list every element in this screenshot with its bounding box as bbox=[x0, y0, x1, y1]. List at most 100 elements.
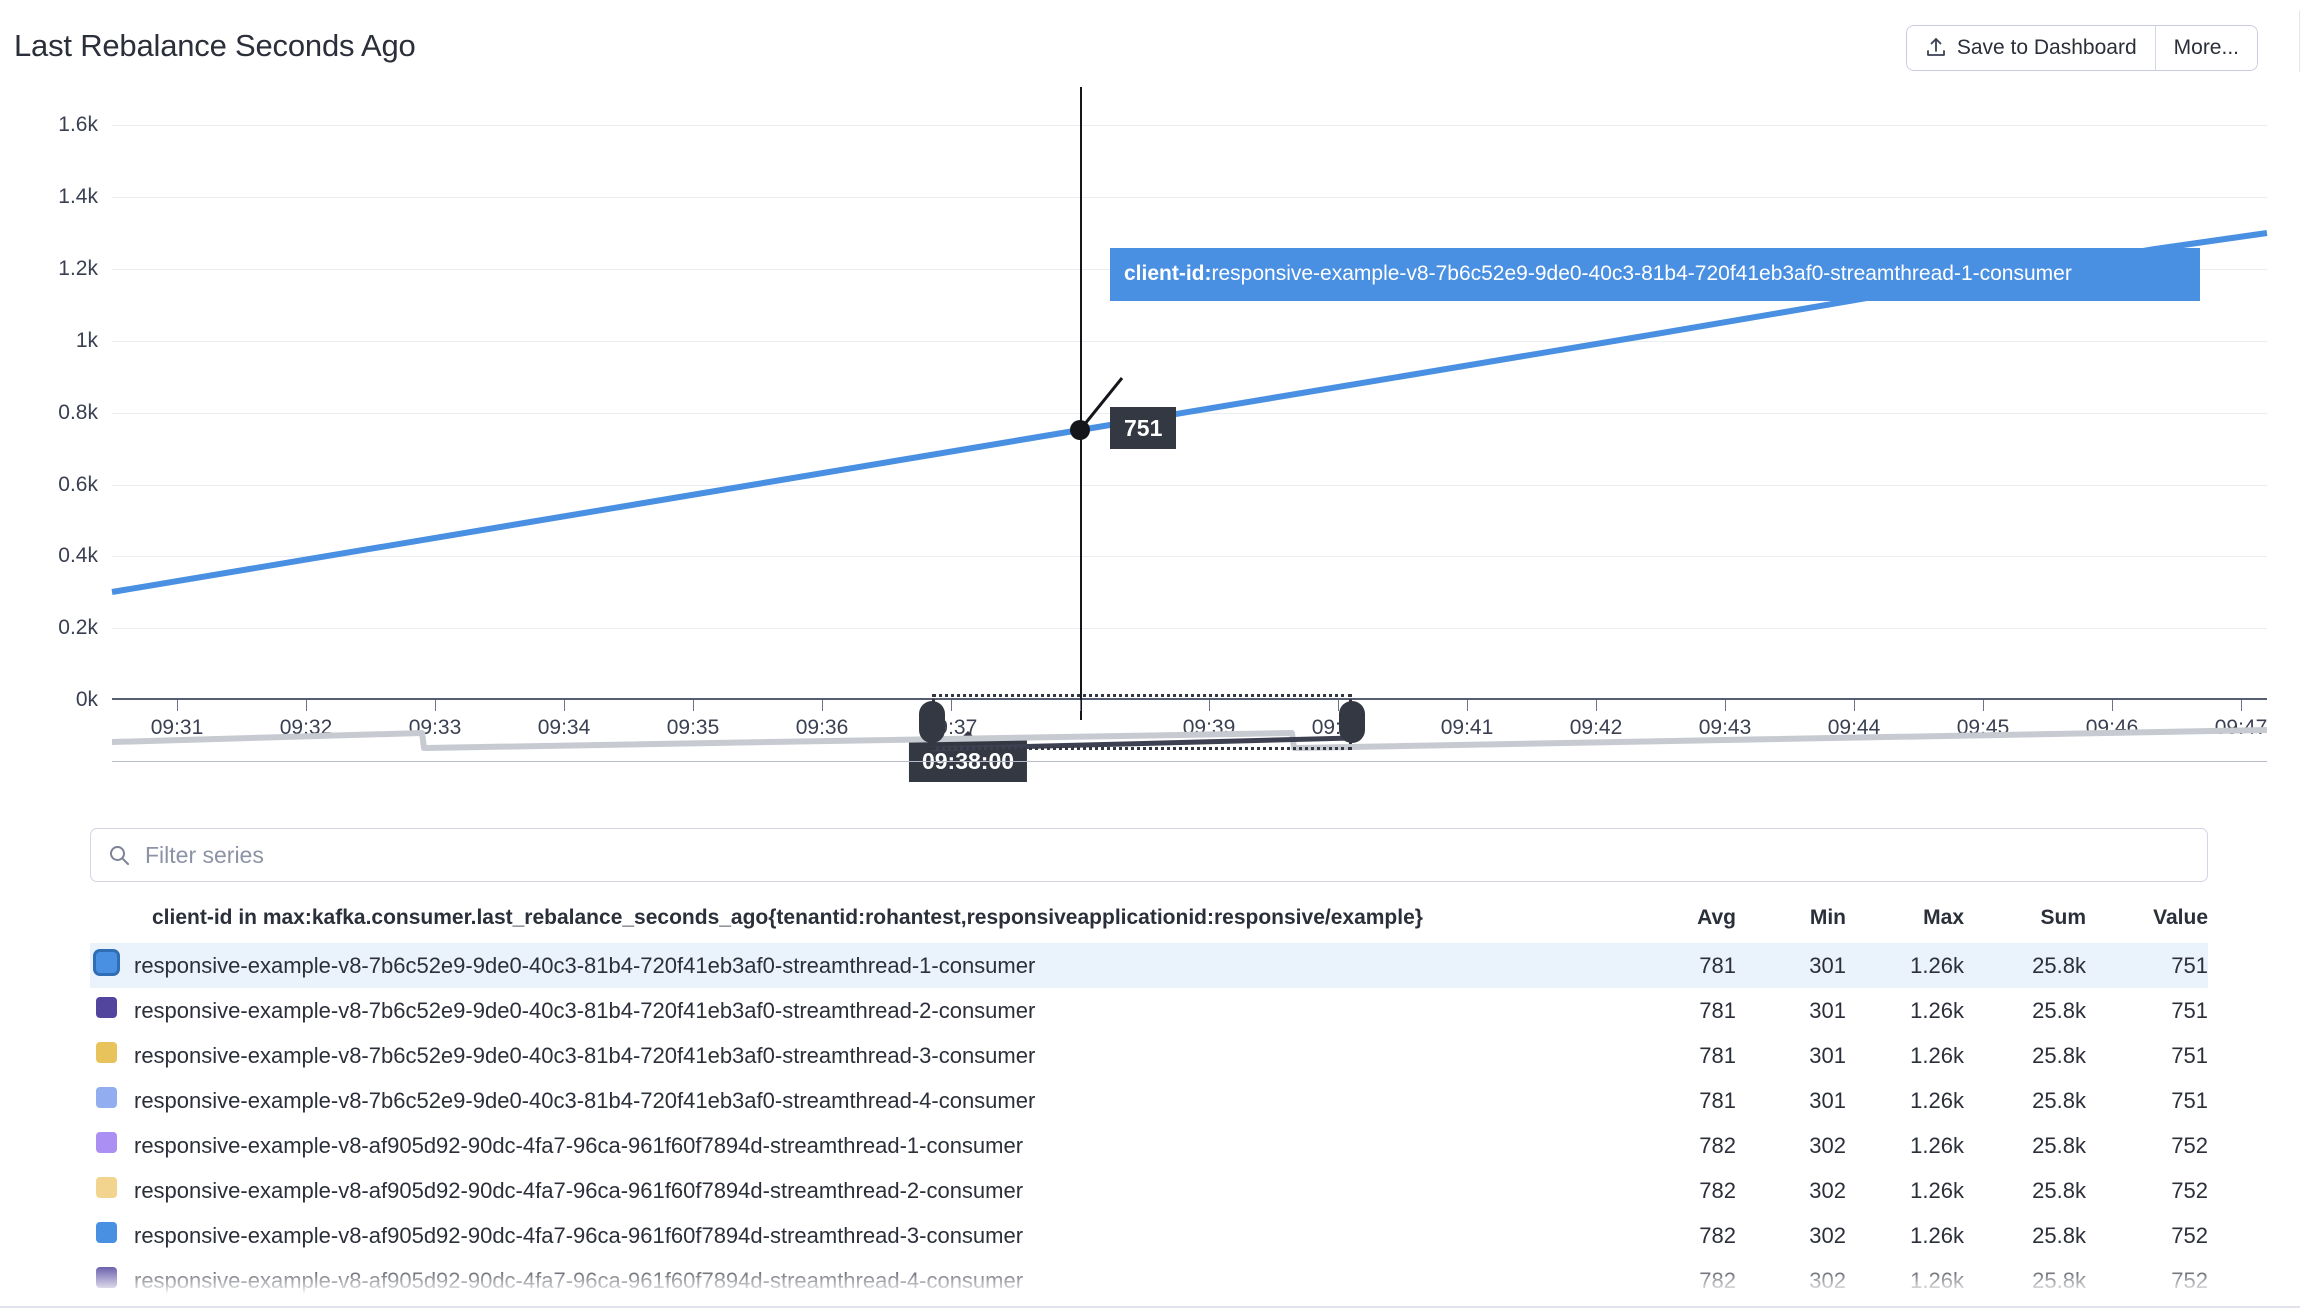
series-name-cell[interactable]: responsive-example-v8-7b6c52e9-9de0-40c3… bbox=[134, 1078, 1626, 1123]
save-to-dashboard-label: Save to Dashboard bbox=[1956, 36, 2137, 59]
cell-value: 751 bbox=[2086, 943, 2208, 988]
cell-max: 1.26k bbox=[1846, 943, 1964, 988]
cell-avg: 782 bbox=[1699, 1222, 1736, 1248]
cell-min: 301 bbox=[1736, 943, 1846, 988]
table-row[interactable]: responsive-example-v8-7b6c52e9-9de0-40c3… bbox=[90, 988, 2208, 1033]
table-row[interactable]: responsive-example-v8-af905d92-90dc-4fa7… bbox=[90, 1258, 2208, 1302]
tooltip-value-chip: 751 bbox=[1110, 407, 1177, 449]
crosshair-line bbox=[1080, 87, 1082, 720]
table-row[interactable]: responsive-example-v8-7b6c52e9-9de0-40c3… bbox=[90, 1078, 2208, 1123]
column-header-min[interactable]: Min bbox=[1736, 906, 1846, 943]
series-color-swatch[interactable] bbox=[96, 1087, 117, 1108]
save-to-dashboard-button[interactable]: Save to Dashboard bbox=[1906, 26, 2155, 70]
search-icon bbox=[107, 843, 131, 867]
cell-value: 751 bbox=[2171, 1042, 2208, 1068]
legend-swatch-cell[interactable] bbox=[90, 1168, 134, 1213]
column-header-max[interactable]: Max bbox=[1846, 906, 1964, 943]
series-color-swatch[interactable] bbox=[96, 952, 117, 973]
series-legend-table[interactable]: client-id in max:kafka.consumer.last_reb… bbox=[90, 906, 2270, 1302]
more-label: More... bbox=[2173, 36, 2239, 59]
cell-max: 1.26k bbox=[1910, 997, 1964, 1023]
brush-handle-right[interactable] bbox=[1339, 701, 1365, 743]
filter-series-box[interactable] bbox=[90, 828, 2208, 882]
cell-sum: 25.8k bbox=[2032, 1042, 2086, 1068]
cell-avg: 781 bbox=[1626, 943, 1736, 988]
cell-avg: 782 bbox=[1699, 1177, 1736, 1203]
panel-header: Last Rebalance Seconds Ago Save to Dashb… bbox=[0, 0, 2300, 80]
upload-icon bbox=[1925, 36, 1947, 60]
legend-metric-header: client-id in max:kafka.consumer.last_reb… bbox=[152, 906, 1423, 929]
series-color-swatch[interactable] bbox=[96, 1267, 117, 1288]
tooltip-key-label: client-id: bbox=[1124, 262, 1212, 285]
cell-max: 1.26k bbox=[1910, 1222, 1964, 1248]
legend-header-row: client-id in max:kafka.consumer.last_reb… bbox=[90, 906, 2208, 943]
brush-handle-left[interactable] bbox=[919, 701, 945, 743]
cell-min: 302 bbox=[1809, 1177, 1846, 1203]
cell-min: 302 bbox=[1809, 1267, 1846, 1293]
legend-swatch-cell[interactable] bbox=[90, 1258, 134, 1302]
y-axis-label: 1.2k bbox=[58, 257, 98, 280]
cell-sum: 25.8k bbox=[2032, 997, 2086, 1023]
cell-max: 1.26k bbox=[1910, 1132, 1964, 1158]
header-actions: Save to Dashboard More... bbox=[1905, 25, 2258, 71]
cell-avg: 781 bbox=[1699, 1042, 1736, 1068]
cell-min: 302 bbox=[1809, 1132, 1846, 1158]
cell-max: 1.26k bbox=[1910, 1177, 1964, 1203]
series-name-cell[interactable]: responsive-example-v8-7b6c52e9-9de0-40c3… bbox=[134, 1033, 1626, 1078]
legend-swatch-cell[interactable] bbox=[90, 1123, 134, 1168]
legend-swatch-cell[interactable] bbox=[90, 988, 134, 1033]
bottom-divider bbox=[0, 1306, 2300, 1308]
table-row[interactable]: responsive-example-v8-7b6c52e9-9de0-40c3… bbox=[90, 943, 2208, 988]
table-row[interactable]: responsive-example-v8-af905d92-90dc-4fa7… bbox=[90, 1213, 2208, 1258]
column-header-sum[interactable]: Sum bbox=[1964, 906, 2086, 943]
series-color-swatch[interactable] bbox=[96, 1222, 117, 1243]
y-axis-label: 1.6k bbox=[58, 113, 98, 136]
cell-min: 301 bbox=[1809, 997, 1846, 1023]
legend-swatch-cell[interactable] bbox=[90, 1033, 134, 1078]
cell-avg: 781 bbox=[1699, 1087, 1736, 1113]
table-row[interactable]: responsive-example-v8-af905d92-90dc-4fa7… bbox=[90, 1168, 2208, 1213]
legend-swatch-header bbox=[90, 906, 134, 943]
series-name-cell[interactable]: responsive-example-v8-af905d92-90dc-4fa7… bbox=[134, 1258, 1626, 1302]
column-header-value[interactable]: Value bbox=[2086, 906, 2208, 943]
series-color-swatch[interactable] bbox=[96, 1177, 117, 1198]
brush-selection[interactable] bbox=[932, 694, 1352, 750]
table-row[interactable]: responsive-example-v8-7b6c52e9-9de0-40c3… bbox=[90, 1033, 2208, 1078]
cell-value: 751 bbox=[2171, 997, 2208, 1023]
chart-area[interactable]: 1.6k 1.4k 1.2k 1k 0.8k 0.6k 0.4k 0.2k 0k… bbox=[0, 80, 2300, 782]
cell-max: 1.26k bbox=[1910, 1267, 1964, 1293]
series-name-cell[interactable]: responsive-example-v8-af905d92-90dc-4fa7… bbox=[134, 1168, 1626, 1213]
legend-swatch-cell[interactable] bbox=[90, 1213, 134, 1258]
table-row[interactable]: responsive-example-v8-af905d92-90dc-4fa7… bbox=[90, 1123, 2208, 1168]
cell-sum: 25.8k bbox=[1964, 943, 2086, 988]
legend-swatch-cell[interactable] bbox=[90, 943, 134, 988]
series-name-cell[interactable]: responsive-example-v8-7b6c52e9-9de0-40c3… bbox=[134, 943, 1626, 988]
series-color-swatch[interactable] bbox=[96, 997, 117, 1018]
cell-sum: 25.8k bbox=[2032, 1222, 2086, 1248]
y-axis-label: 0.4k bbox=[58, 544, 98, 567]
plot-region[interactable]: 1.6k 1.4k 1.2k 1k 0.8k 0.6k 0.4k 0.2k 0k bbox=[58, 87, 2268, 720]
cell-value: 752 bbox=[2171, 1132, 2208, 1158]
cell-avg: 782 bbox=[1699, 1132, 1736, 1158]
time-range-brush[interactable] bbox=[111, 694, 2268, 780]
more-button[interactable]: More... bbox=[2154, 26, 2257, 70]
cell-max: 1.26k bbox=[1910, 1042, 1964, 1068]
y-axis-label: 0.6k bbox=[58, 473, 98, 496]
filter-series-input[interactable] bbox=[143, 840, 2191, 870]
series-color-swatch[interactable] bbox=[96, 1132, 117, 1153]
y-axis-label: 0.2k bbox=[58, 616, 98, 639]
cell-min: 301 bbox=[1809, 1042, 1846, 1068]
series-name-cell[interactable]: responsive-example-v8-7b6c52e9-9de0-40c3… bbox=[134, 988, 1626, 1033]
cell-value: 752 bbox=[2171, 1222, 2208, 1248]
series-line-streamthread-1 bbox=[111, 230, 2268, 595]
legend-swatch-cell[interactable] bbox=[90, 1078, 134, 1123]
series-name-cell[interactable]: responsive-example-v8-af905d92-90dc-4fa7… bbox=[134, 1123, 1626, 1168]
column-header-avg[interactable]: Avg bbox=[1626, 906, 1736, 943]
series-name-cell[interactable]: responsive-example-v8-af905d92-90dc-4fa7… bbox=[134, 1213, 1626, 1258]
cell-sum: 25.8k bbox=[2032, 1132, 2086, 1158]
y-axis-label: 0k bbox=[75, 688, 98, 711]
y-axis-label: 1k bbox=[75, 329, 98, 352]
cell-avg: 782 bbox=[1699, 1267, 1736, 1293]
chart-tooltip: client-id:responsive-example-v8-7b6c52e9… bbox=[1110, 248, 2200, 301]
series-color-swatch[interactable] bbox=[96, 1042, 117, 1063]
